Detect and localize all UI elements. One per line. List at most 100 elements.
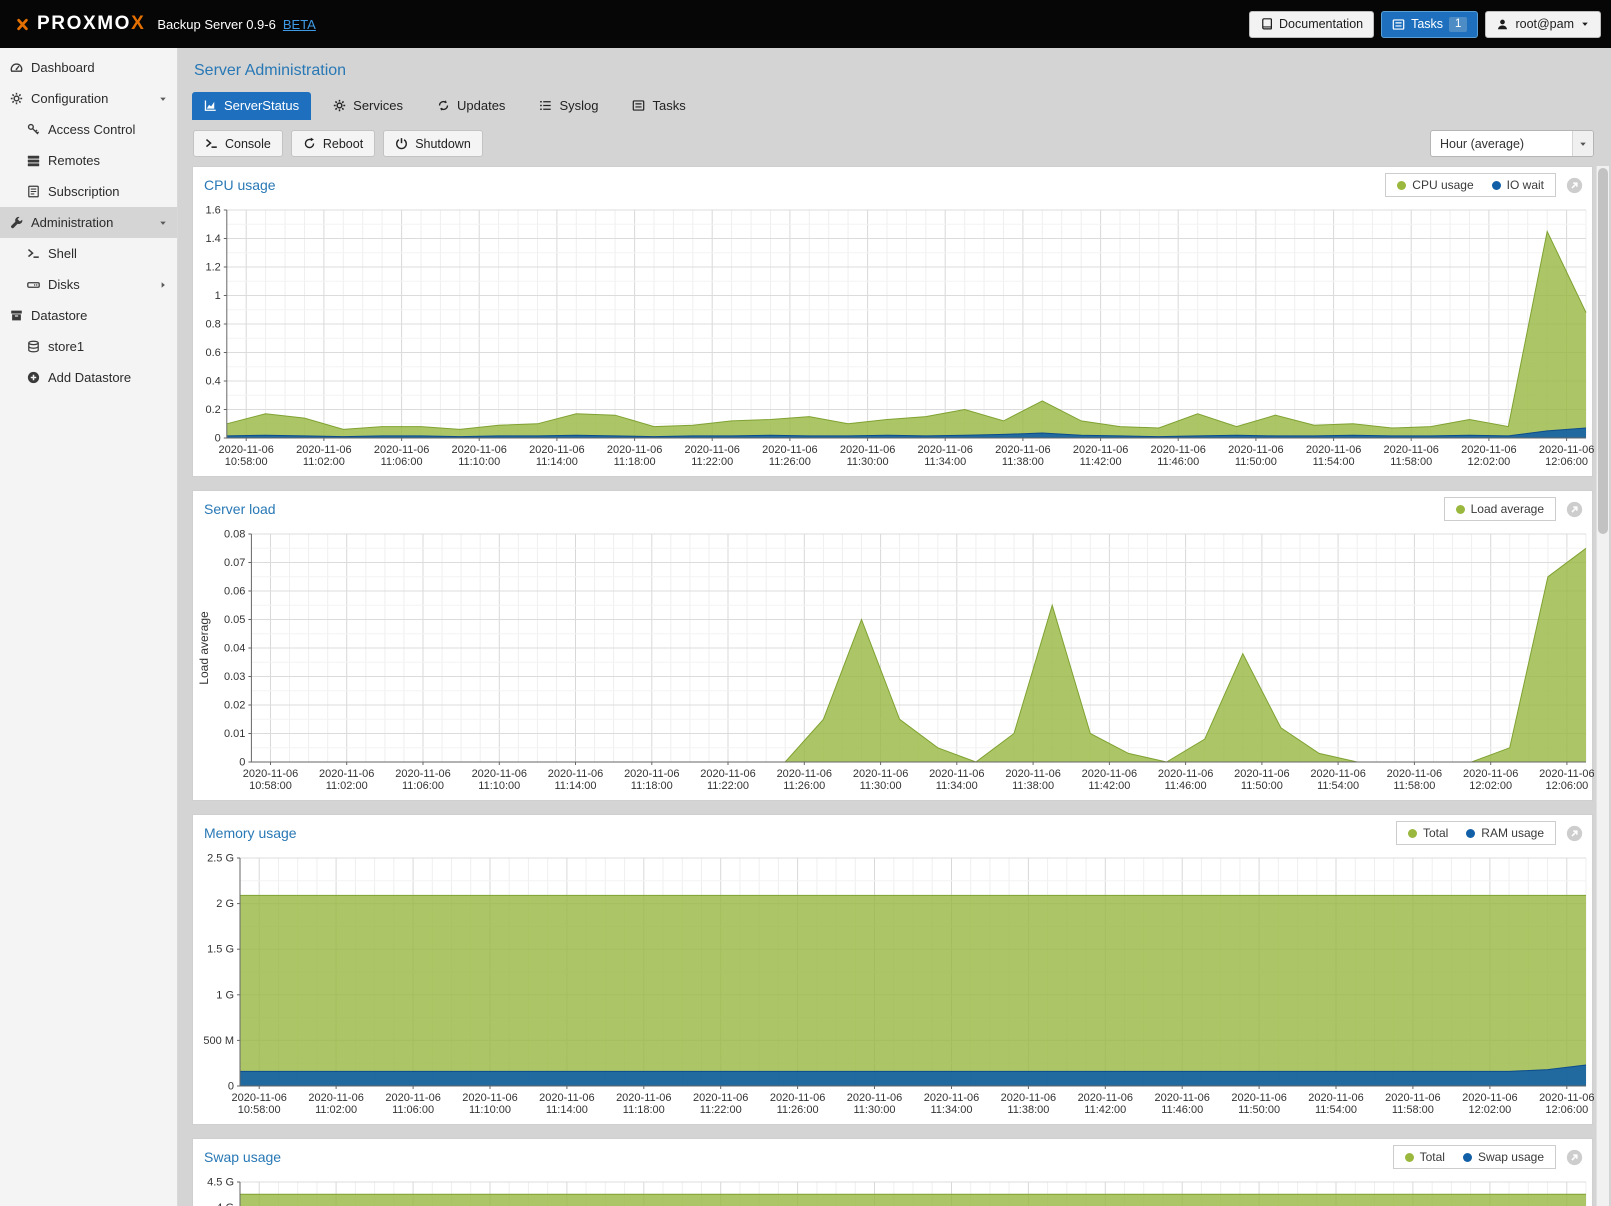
documentation-button[interactable]: Documentation (1249, 11, 1374, 38)
svg-text:2020-11-06: 2020-11-06 (1539, 768, 1594, 780)
panel-header: Memory usageTotalRAM usage (193, 815, 1592, 850)
document-icon (27, 185, 40, 198)
svg-text:12:02:00: 12:02:00 (1469, 780, 1512, 792)
legend-label: CPU usage (1412, 178, 1473, 192)
detach-icon[interactable] (1566, 825, 1583, 842)
svg-text:11:26:00: 11:26:00 (783, 780, 825, 792)
svg-text:10:58:00: 10:58:00 (249, 780, 292, 792)
legend-label: Load average (1471, 502, 1544, 516)
svg-text:11:54:00: 11:54:00 (1317, 780, 1359, 792)
svg-text:11:10:00: 11:10:00 (478, 780, 520, 792)
key-icon (27, 123, 40, 136)
svg-text:2020-11-06: 2020-11-06 (1463, 768, 1518, 780)
tachometer-icon (10, 61, 23, 74)
time-range-select[interactable]: Hour (average) (1430, 130, 1594, 157)
sidebar-item-label: Dashboard (31, 60, 95, 75)
svg-text:2020-11-06: 2020-11-06 (995, 444, 1050, 456)
svg-text:2020-11-06: 2020-11-06 (1078, 1092, 1133, 1104)
sidebar-item-subscription[interactable]: Subscription (0, 176, 177, 207)
chart-area-icon (204, 99, 217, 112)
svg-text:11:38:00: 11:38:00 (1012, 780, 1054, 792)
svg-text:2020-11-06: 2020-11-06 (539, 1092, 594, 1104)
sidebar-item-dashboard[interactable]: Dashboard (0, 52, 177, 83)
server-icon (27, 154, 40, 167)
sidebar-item-disks[interactable]: Disks (0, 269, 177, 300)
svg-text:11:34:00: 11:34:00 (936, 780, 978, 792)
gear-icon (333, 99, 346, 112)
tab-serverstatus[interactable]: ServerStatus (192, 92, 311, 120)
sidebar-item-shell[interactable]: Shell (0, 238, 177, 269)
reboot-button[interactable]: Reboot (291, 130, 375, 157)
detach-icon[interactable] (1566, 177, 1583, 194)
svg-text:2020-11-06: 2020-11-06 (1228, 444, 1283, 456)
brand-x: X (131, 13, 145, 34)
svg-text:2020-11-06: 2020-11-06 (917, 444, 972, 456)
legend-item: Total (1408, 826, 1448, 840)
chart-legend: TotalRAM usage (1396, 821, 1556, 845)
tab-syslog[interactable]: Syslog (527, 92, 610, 120)
server-load-panel: Server loadLoad average00.010.020.030.04… (192, 490, 1593, 801)
svg-text:2020-11-06: 2020-11-06 (1310, 768, 1365, 780)
caret-down-icon (1580, 19, 1590, 29)
detach-icon[interactable] (1566, 501, 1583, 518)
sidebar-item-label: Remotes (48, 153, 100, 168)
beta-link[interactable]: BETA (283, 17, 316, 32)
button-label: Shutdown (415, 137, 471, 151)
caret-down-icon[interactable] (1572, 131, 1593, 156)
tasks-button[interactable]: Tasks 1 (1381, 11, 1478, 38)
sidebar-item-remotes[interactable]: Remotes (0, 145, 177, 176)
svg-text:11:50:00: 11:50:00 (1235, 456, 1277, 468)
charts-area: CPU usageCPU usageIO wait00.20.40.60.811… (192, 166, 1611, 1206)
header-actions: Documentation Tasks 1 root@pam (1249, 11, 1601, 38)
tab-tasks[interactable]: Tasks (620, 92, 697, 120)
svg-text:2020-11-06: 2020-11-06 (1073, 444, 1128, 456)
svg-text:2020-11-06: 2020-11-06 (684, 444, 739, 456)
svg-text:2020-11-06: 2020-11-06 (853, 768, 908, 780)
tasks-icon (632, 99, 645, 112)
svg-text:2020-11-06: 2020-11-06 (1383, 444, 1438, 456)
sidebar-item-add-datastore[interactable]: Add Datastore (0, 362, 177, 393)
svg-text:11:18:00: 11:18:00 (623, 1104, 665, 1116)
sidebar-item-store1[interactable]: store1 (0, 331, 177, 362)
scrollbar-thumb[interactable] (1598, 168, 1608, 534)
detach-icon[interactable] (1566, 1149, 1583, 1166)
svg-text:11:30:00: 11:30:00 (860, 780, 902, 792)
tab-updates[interactable]: Updates (425, 92, 517, 120)
svg-text:0.4: 0.4 (206, 376, 221, 388)
svg-text:2020-11-06: 2020-11-06 (1154, 1092, 1209, 1104)
sidebar-item-datastore[interactable]: Datastore (0, 300, 177, 331)
svg-text:11:10:00: 11:10:00 (458, 456, 500, 468)
svg-text:2020-11-06: 2020-11-06 (296, 444, 351, 456)
sidebar-item-access-control[interactable]: Access Control (0, 114, 177, 145)
tab-label: Services (353, 98, 403, 113)
svg-text:11:50:00: 11:50:00 (1241, 780, 1283, 792)
svg-text:2020-11-06: 2020-11-06 (616, 1092, 671, 1104)
blue-series-dot (1492, 181, 1501, 190)
svg-text:2020-11-06: 2020-11-06 (1306, 444, 1361, 456)
refresh-icon (437, 99, 450, 112)
svg-text:11:50:00: 11:50:00 (1238, 1104, 1280, 1116)
scrollbar[interactable] (1596, 166, 1609, 1206)
svg-text:11:30:00: 11:30:00 (847, 456, 889, 468)
svg-text:2020-11-06: 2020-11-06 (374, 444, 429, 456)
green-series-dot (1408, 829, 1417, 838)
svg-text:2020-11-06: 2020-11-06 (840, 444, 895, 456)
tab-label: Syslog (559, 98, 598, 113)
panel-title: Server load (204, 501, 276, 517)
sidebar-item-administration[interactable]: Administration (0, 207, 177, 238)
svg-text:11:58:00: 11:58:00 (1390, 456, 1432, 468)
svg-text:0: 0 (239, 757, 245, 769)
tab-services[interactable]: Services (321, 92, 415, 120)
svg-text:2020-11-06: 2020-11-06 (1461, 444, 1516, 456)
svg-text:2020-11-06: 2020-11-06 (1001, 1092, 1056, 1104)
svg-text:2020-11-06: 2020-11-06 (385, 1092, 440, 1104)
svg-text:11:46:00: 11:46:00 (1157, 456, 1199, 468)
plus-circle-icon (27, 371, 40, 384)
svg-text:2020-11-06: 2020-11-06 (1158, 768, 1213, 780)
sidebar-item-label: Disks (48, 277, 80, 292)
shutdown-button[interactable]: Shutdown (383, 130, 483, 157)
user-label: root@pam (1515, 17, 1574, 31)
sidebar-item-configuration[interactable]: Configuration (0, 83, 177, 114)
console-button[interactable]: Console (193, 130, 283, 157)
user-menu-button[interactable]: root@pam (1485, 11, 1601, 38)
